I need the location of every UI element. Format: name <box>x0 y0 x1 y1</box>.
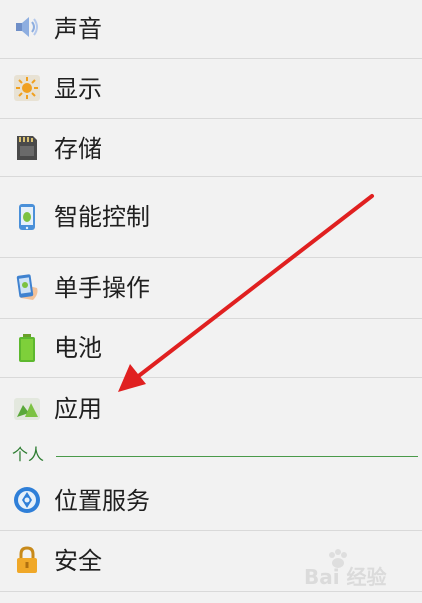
hand-phone-icon <box>16 274 38 300</box>
section-divider <box>56 456 418 457</box>
settings-item-display[interactable]: 显示 <box>0 59 422 118</box>
settings-item-label: 显示 <box>54 75 102 103</box>
brightness-icon <box>14 75 40 101</box>
settings-item-label: 电池 <box>54 334 102 362</box>
settings-item-label: 单手操作 <box>54 274 150 302</box>
section-label: 个人 <box>12 445 45 464</box>
lock-icon <box>17 546 37 573</box>
divider <box>0 591 422 592</box>
settings-item-label: 安全 <box>54 547 102 575</box>
settings-item-apps[interactable]: 应用 <box>0 378 422 440</box>
settings-item-sound[interactable]: 声音 <box>0 0 422 58</box>
settings-item-label: 应用 <box>54 395 102 423</box>
settings-item-label: 声音 <box>54 15 102 43</box>
battery-icon <box>19 334 35 362</box>
settings-item-storage[interactable]: 存储 <box>0 119 422 176</box>
section-header-personal: 个人 <box>0 440 422 472</box>
settings-item-one-hand[interactable]: 单手操作 <box>0 258 422 318</box>
apps-icon <box>14 398 40 420</box>
phone-android-icon <box>19 204 35 230</box>
watermark: Bai 经验 <box>296 547 416 589</box>
settings-item-label: 智能控制 <box>54 203 150 231</box>
settings-item-location[interactable]: 位置服务 <box>0 472 422 530</box>
settings-item-battery[interactable]: 电池 <box>0 319 422 377</box>
settings-item-smart-control[interactable]: 智能控制 <box>0 177 422 257</box>
settings-item-label: 位置服务 <box>54 487 150 515</box>
sd-card-icon <box>17 136 37 160</box>
speaker-icon <box>16 17 38 37</box>
location-icon <box>14 487 40 513</box>
settings-page: 声音 显示 存储 智能控制 单手操作 电池 应用 个人 位置服务 安全 Bai … <box>0 0 422 603</box>
watermark-text: Bai 经验 <box>304 565 387 589</box>
settings-item-label: 存储 <box>54 135 102 163</box>
